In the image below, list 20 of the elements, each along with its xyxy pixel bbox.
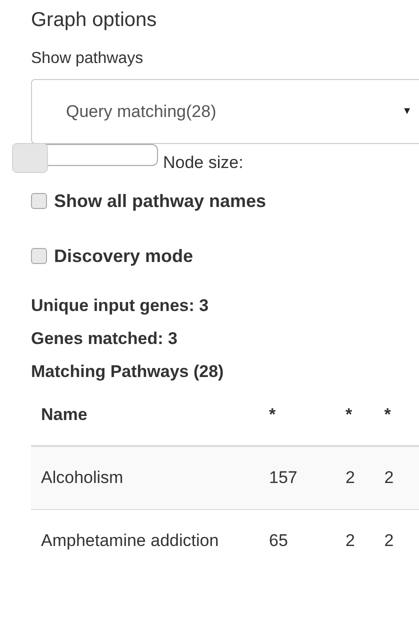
node-size-slider[interactable] <box>12 143 160 173</box>
panel-title: Graph options <box>31 8 158 32</box>
checkbox[interactable] <box>31 248 47 264</box>
checkbox[interactable] <box>31 193 47 209</box>
table-cell: 2 <box>384 510 419 572</box>
field-label: Show pathways <box>31 49 144 69</box>
pathway-select[interactable]: Query matching(28) ▼ <box>31 79 419 144</box>
slider-label: Node size: <box>163 153 244 173</box>
table-cell: Amphetamine addiction <box>31 510 269 572</box>
table-cell: 2 <box>345 510 384 572</box>
checkbox-label: Show all pathway names <box>54 190 266 212</box>
stat-text: Genes matched: 3 <box>31 328 178 350</box>
checkbox-label: Discovery mode <box>54 246 194 266</box>
table-cell: 2 <box>345 446 384 510</box>
stat-text: Matching Pathways (28) <box>31 361 225 383</box>
table-cell: Alcoholism <box>31 446 269 510</box>
stat-text: Unique input genes: 3 <box>31 295 210 317</box>
table-cell: 157 <box>269 446 346 510</box>
table-cell: 65 <box>269 510 346 572</box>
table-cell: 2 <box>384 446 419 510</box>
